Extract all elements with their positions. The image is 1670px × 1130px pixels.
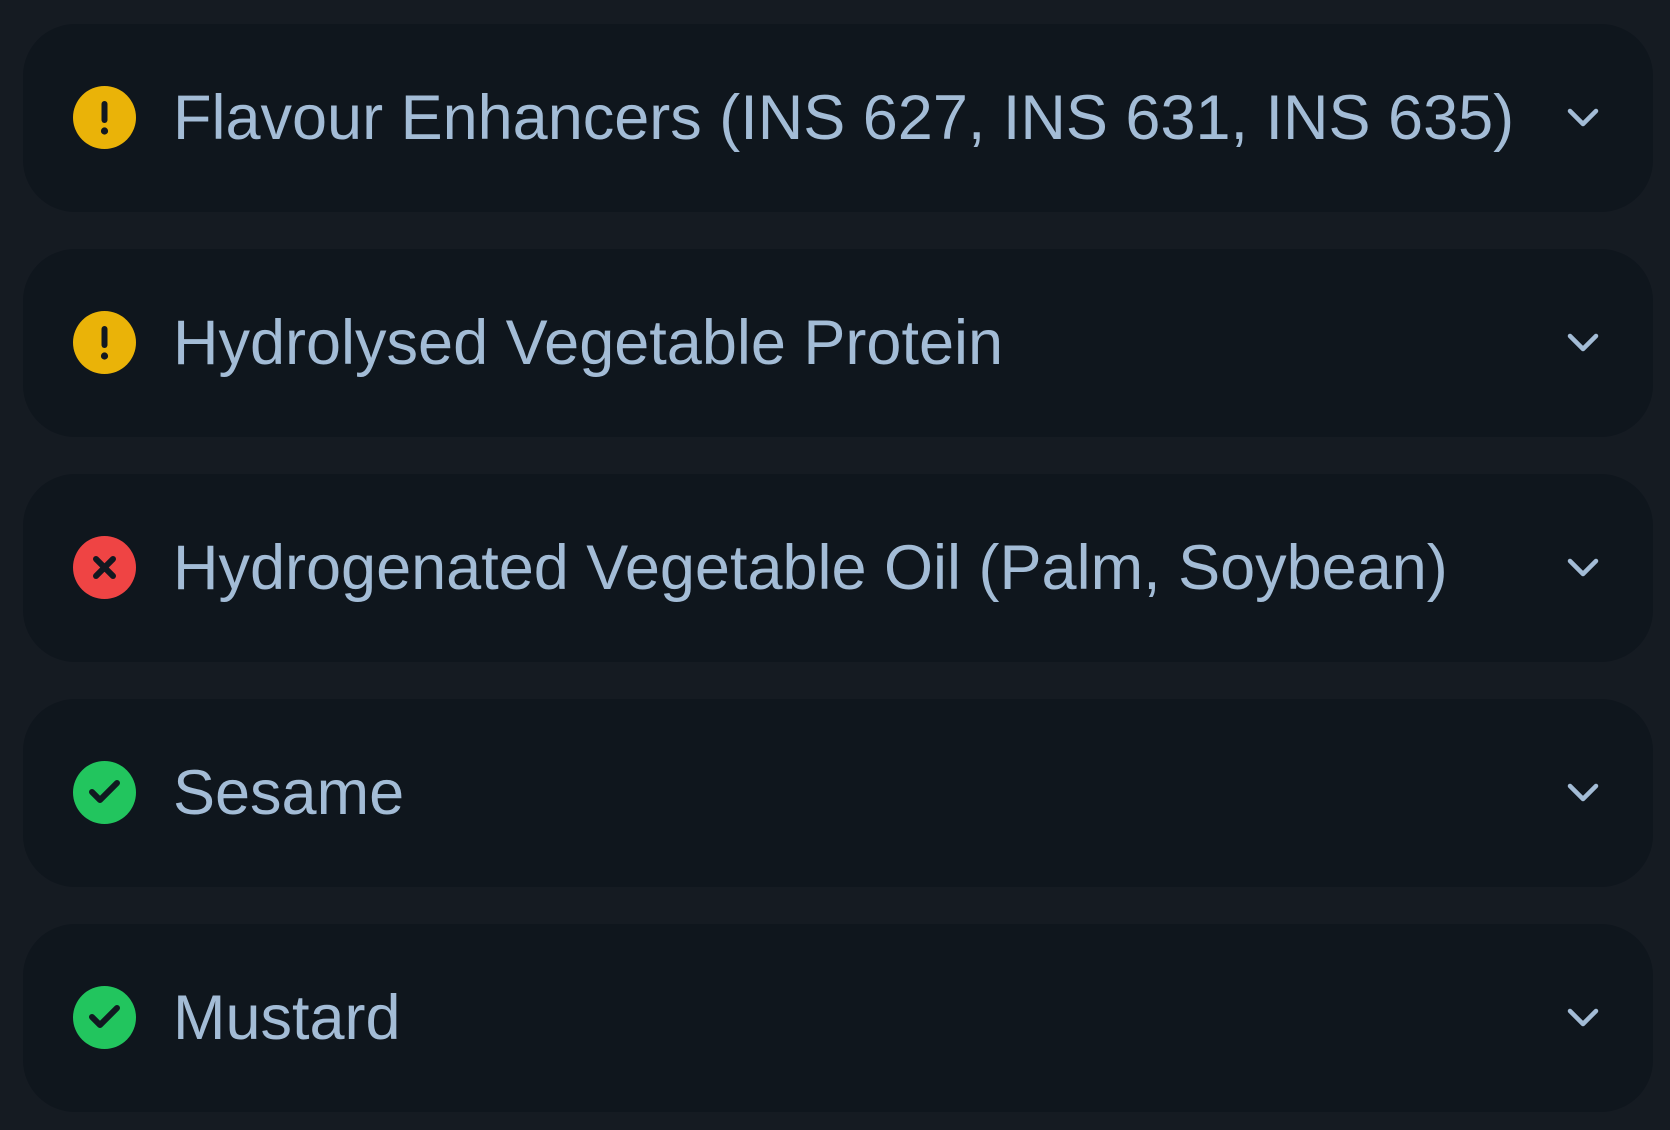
warning-status-icon bbox=[73, 311, 136, 374]
exclamation-icon bbox=[100, 101, 109, 135]
ingredient-row-mustard[interactable]: Mustard bbox=[23, 924, 1653, 1112]
ingredient-label: Mustard bbox=[173, 983, 401, 1053]
ingredient-row-hydrolysed-vegetable-protein[interactable]: Hydrolysed Vegetable Protein bbox=[23, 249, 1653, 437]
ingredient-row-flavour-enhancers[interactable]: Flavour Enhancers (INS 627, INS 631, INS… bbox=[23, 24, 1653, 212]
chevron-down-icon[interactable] bbox=[1565, 100, 1601, 136]
ingredient-label: Hydrogenated Vegetable Oil (Palm, Soybea… bbox=[173, 533, 1448, 603]
ingredient-row-sesame[interactable]: Sesame bbox=[23, 699, 1653, 887]
ingredient-label: Sesame bbox=[173, 758, 405, 828]
danger-status-icon bbox=[73, 536, 136, 599]
chevron-down-icon[interactable] bbox=[1565, 1000, 1601, 1036]
exclamation-icon bbox=[100, 326, 109, 360]
chevron-down-icon[interactable] bbox=[1565, 775, 1601, 811]
ingredient-label: Hydrolysed Vegetable Protein bbox=[173, 308, 1004, 378]
ingredient-label: Flavour Enhancers (INS 627, INS 631, INS… bbox=[173, 83, 1515, 153]
chevron-down-icon[interactable] bbox=[1565, 550, 1601, 586]
warning-status-icon bbox=[73, 86, 136, 149]
ingredient-list: Flavour Enhancers (INS 627, INS 631, INS… bbox=[0, 0, 1670, 1130]
check-icon bbox=[89, 1005, 120, 1028]
x-icon bbox=[93, 556, 116, 579]
safe-status-icon bbox=[73, 986, 136, 1049]
chevron-down-icon[interactable] bbox=[1565, 325, 1601, 361]
check-icon bbox=[89, 780, 120, 803]
safe-status-icon bbox=[73, 761, 136, 824]
ingredient-row-hydrogenated-vegetable-oil[interactable]: Hydrogenated Vegetable Oil (Palm, Soybea… bbox=[23, 474, 1653, 662]
